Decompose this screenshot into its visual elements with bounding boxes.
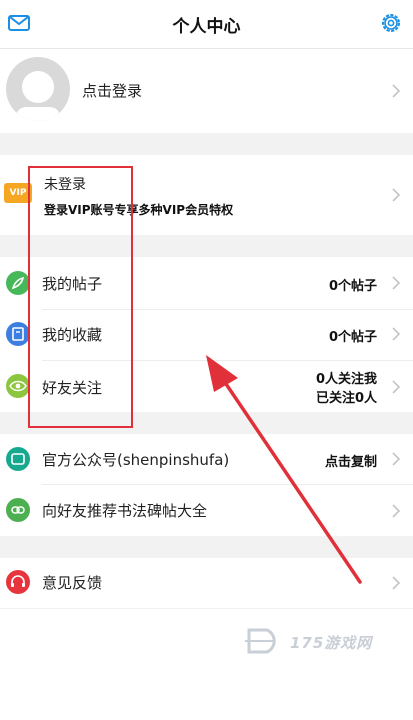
- menu-item-official-account[interactable]: 官方公众号(shenpinshufa) 点击复制: [0, 434, 413, 484]
- vip-status: 未登录: [44, 177, 86, 193]
- bottom-area: [0, 609, 413, 720]
- chevron-right-icon: [392, 327, 401, 341]
- chevron-right-icon: [392, 188, 401, 202]
- favorites-count: 0个帖子: [328, 330, 377, 345]
- vip-description: 登录VIP账号专享多种VIP会员特权: [44, 203, 234, 217]
- link-icon: [6, 498, 30, 522]
- copy-action[interactable]: 点击复制: [325, 451, 377, 470]
- following-count: 已关注0人: [315, 391, 377, 406]
- menu-item-label: 向好友推荐书法碑帖大全: [42, 502, 208, 520]
- followers-count: 0人关注我: [315, 372, 377, 387]
- bookmark-icon: [6, 322, 30, 346]
- chevron-right-icon: [392, 380, 401, 394]
- menu-item-label: 官方公众号(shenpinshufa): [42, 451, 230, 469]
- menu-item-favorites[interactable]: 我的收藏 0个帖子: [0, 310, 413, 360]
- page-title: 个人中心: [172, 17, 241, 37]
- menu-item-label: 我的帖子: [42, 275, 103, 293]
- chevron-right-icon: [392, 84, 401, 98]
- chevron-right-icon: [392, 504, 401, 518]
- gear-icon[interactable]: [379, 11, 403, 35]
- headset-icon: [6, 570, 30, 594]
- chevron-right-icon: [392, 276, 401, 290]
- posts-count: 0个帖子: [328, 279, 377, 294]
- chevron-right-icon: [392, 576, 401, 590]
- vip-row[interactable]: VIP 未登录 登录VIP账号专享多种VIP会员特权: [0, 155, 413, 235]
- social-group: 官方公众号(shenpinshufa) 点击复制 向好友推荐书法碑帖大全: [0, 434, 413, 536]
- feather-icon: [6, 271, 30, 295]
- login-label[interactable]: 点击登录: [82, 80, 142, 101]
- menu-item-feedback[interactable]: 意见反馈: [0, 558, 413, 608]
- login-row[interactable]: 点击登录: [0, 49, 413, 133]
- avatar-placeholder-icon: [16, 71, 60, 121]
- watermark-logo-icon: [245, 628, 276, 654]
- menu-item-follow[interactable]: 好友关注 0人关注我 已关注0人: [0, 361, 413, 412]
- avatar[interactable]: [6, 57, 70, 121]
- eye-icon: [6, 374, 30, 398]
- menu-item-label: 我的收藏: [42, 326, 103, 344]
- app-header: 个人中心: [0, 0, 413, 49]
- chevron-right-icon: [392, 452, 401, 466]
- menu-item-label: 意见反馈: [42, 574, 103, 592]
- menu-group: 我的帖子 0个帖子 我的收藏 0个帖子 好友关注 0人关注我 已关注0人: [0, 257, 413, 412]
- feedback-group: 意见反馈: [0, 558, 413, 608]
- watermark-text: 175游戏网: [290, 634, 373, 652]
- menu-item-posts[interactable]: 我的帖子 0个帖子: [0, 257, 413, 309]
- menu-item-label: 好友关注: [42, 379, 103, 397]
- menu-item-share[interactable]: 向好友推荐书法碑帖大全: [0, 485, 413, 536]
- vip-badge-icon: VIP: [4, 183, 32, 203]
- chat-icon: [6, 447, 30, 471]
